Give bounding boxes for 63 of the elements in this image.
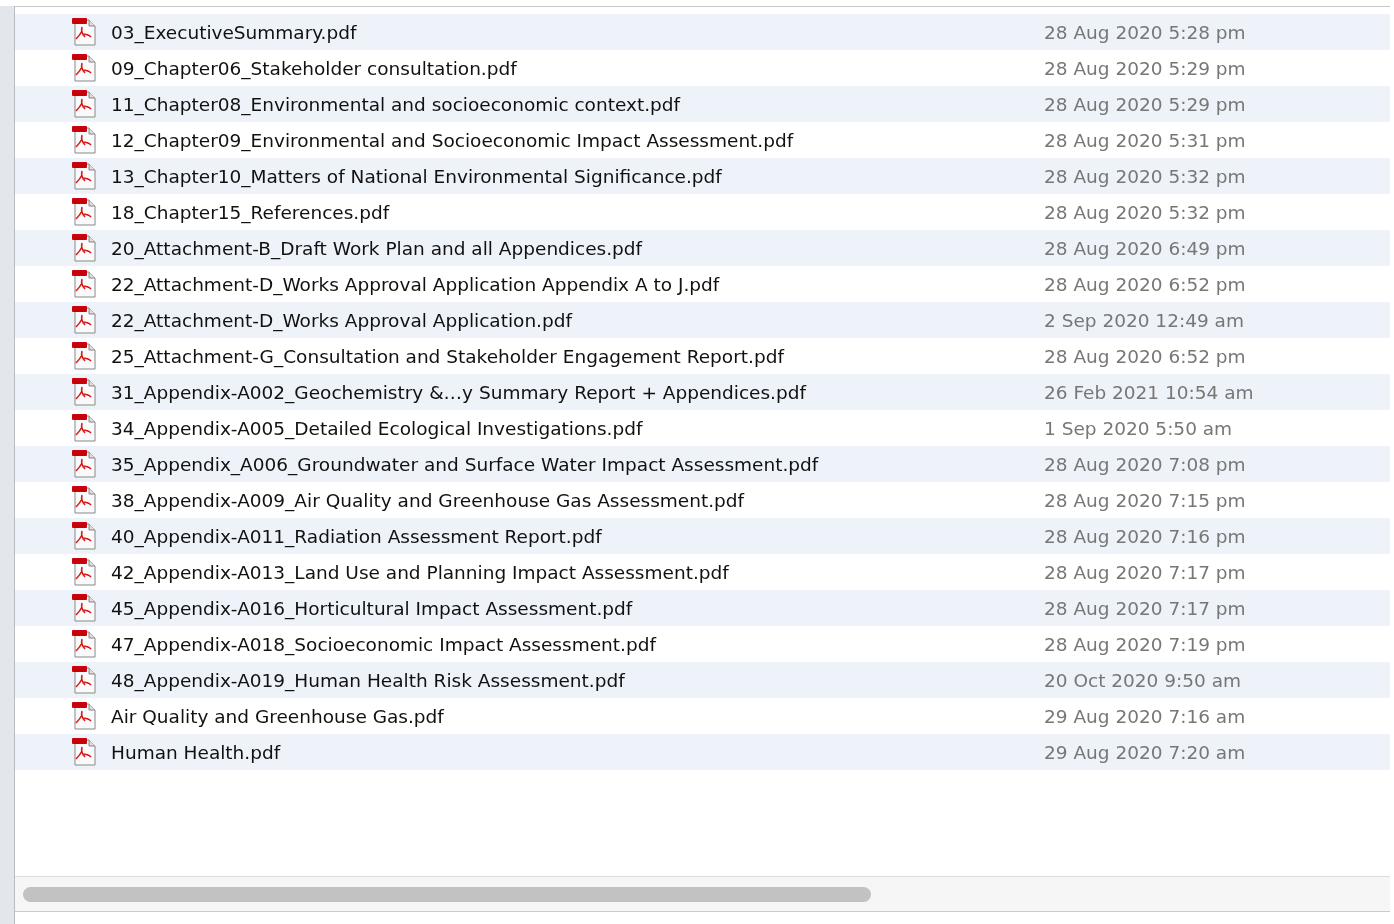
pdf-file-icon	[69, 557, 99, 587]
pdf-file-icon	[69, 197, 99, 227]
modified-date: 28 Aug 2020 5:31 pm	[1044, 129, 1247, 151]
modified-date: 28 Aug 2020 5:29 pm	[1044, 57, 1247, 79]
pdf-file-icon	[69, 521, 99, 551]
pdf-file-icon	[69, 53, 99, 83]
file-name[interactable]: 40_Appendix-A011_Radiation Assessment Report.pdf	[111, 525, 1044, 547]
modified-date: 28 Aug 2020 6:52 pm	[1044, 273, 1247, 295]
pdf-file-icon	[69, 485, 99, 515]
modified-date: 28 Aug 2020 7:16 pm	[1044, 525, 1247, 547]
file-name[interactable]: 13_Chapter10_Matters of National Environmental Significance.pdf	[111, 165, 1044, 187]
file-name[interactable]: 35_Appendix_A006_Groundwater and Surface Water Impact Assessment.pdf	[111, 453, 1044, 475]
modified-date: 2 Sep 2020 12:49 am	[1044, 309, 1245, 331]
modified-date: 28 Aug 2020 7:15 pm	[1044, 489, 1247, 511]
modified-date: 26 Feb 2021 10:54 am	[1044, 381, 1255, 403]
pdf-file-icon	[69, 305, 99, 335]
pdf-file-icon	[69, 629, 99, 659]
file-name[interactable]: 34_Appendix-A005_Detailed Ecological Investigations.pdf	[111, 417, 1044, 439]
file-name[interactable]: 09_Chapter06_Stakeholder consultation.pdf	[111, 57, 1044, 79]
pdf-file-icon	[69, 233, 99, 263]
file-name[interactable]: Human Health.pdf	[111, 741, 1044, 763]
pdf-file-icon	[69, 737, 99, 767]
file-name[interactable]: 31_Appendix-A002_Geochemistry &…y Summary Report + Appendices.pdf	[111, 381, 1044, 403]
pdf-file-icon	[69, 593, 99, 623]
file-name[interactable]: 38_Appendix-A009_Air Quality and Greenhouse Gas Assessment.pdf	[111, 489, 1044, 511]
pdf-file-icon	[69, 341, 99, 371]
file-name[interactable]: 47_Appendix-A018_Socioeconomic Impact Assessment.pdf	[111, 633, 1044, 655]
modified-date: 28 Aug 2020 6:49 pm	[1044, 237, 1247, 259]
pdf-file-icon	[69, 701, 99, 731]
file-name[interactable]: 12_Chapter09_Environmental and Socioeconomic Impact Assessment.pdf	[111, 129, 1044, 151]
modified-date: 28 Aug 2020 5:29 pm	[1044, 93, 1247, 115]
modified-date: 28 Aug 2020 7:08 pm	[1044, 453, 1247, 475]
modified-date: 20 Oct 2020 9:50 am	[1044, 669, 1243, 691]
modified-date: 29 Aug 2020 7:16 am	[1044, 705, 1247, 727]
file-name[interactable]: 42_Appendix-A013_Land Use and Planning Impact Assessment.pdf	[111, 561, 1044, 583]
pdf-file-icon	[69, 269, 99, 299]
file-name[interactable]: 03_ExecutiveSummary.pdf	[111, 21, 1044, 43]
pdf-file-icon	[69, 125, 99, 155]
file-name[interactable]: 22_Attachment-D_Works Approval Application Appendix A to J.pdf	[111, 273, 1044, 295]
file-name[interactable]: 11_Chapter08_Environmental and socioeconomic context.pdf	[111, 93, 1044, 115]
file-name[interactable]: 22_Attachment-D_Works Approval Application.pdf	[111, 309, 1044, 331]
modified-date: 28 Aug 2020 5:28 pm	[1044, 21, 1247, 43]
modified-date: 28 Aug 2020 7:17 pm	[1044, 597, 1247, 619]
modified-date: 28 Aug 2020 5:32 pm	[1044, 165, 1247, 187]
file-name[interactable]: 48_Appendix-A019_Human Health Risk Assessment.pdf	[111, 669, 1044, 691]
file-name[interactable]: 18_Chapter15_References.pdf	[111, 201, 1044, 223]
pdf-file-icon	[69, 17, 99, 47]
file-name[interactable]: 25_Attachment-G_Consultation and Stakeholder Engagement Report.pdf	[111, 345, 1044, 367]
modified-date: 28 Aug 2020 6:52 pm	[1044, 345, 1247, 367]
pdf-file-icon	[69, 449, 99, 479]
modified-date: 1 Sep 2020 5:50 am	[1044, 417, 1234, 439]
file-name[interactable]: Air Quality and Greenhouse Gas.pdf	[111, 705, 1044, 727]
pdf-file-icon	[69, 161, 99, 191]
file-name[interactable]: 45_Appendix-A016_Horticultural Impact Assessment.pdf	[111, 597, 1044, 619]
modified-date: 28 Aug 2020 7:17 pm	[1044, 561, 1247, 583]
modified-date: 28 Aug 2020 7:19 pm	[1044, 633, 1247, 655]
file-name[interactable]: 20_Attachment-B_Draft Work Plan and all Appendices.pdf	[111, 237, 1044, 259]
modified-date: 28 Aug 2020 5:32 pm	[1044, 201, 1247, 223]
pdf-file-icon	[69, 377, 99, 407]
pdf-file-icon	[69, 89, 99, 119]
pdf-file-icon	[69, 665, 99, 695]
modified-date: 29 Aug 2020 7:20 am	[1044, 741, 1247, 763]
pdf-file-icon	[69, 413, 99, 443]
